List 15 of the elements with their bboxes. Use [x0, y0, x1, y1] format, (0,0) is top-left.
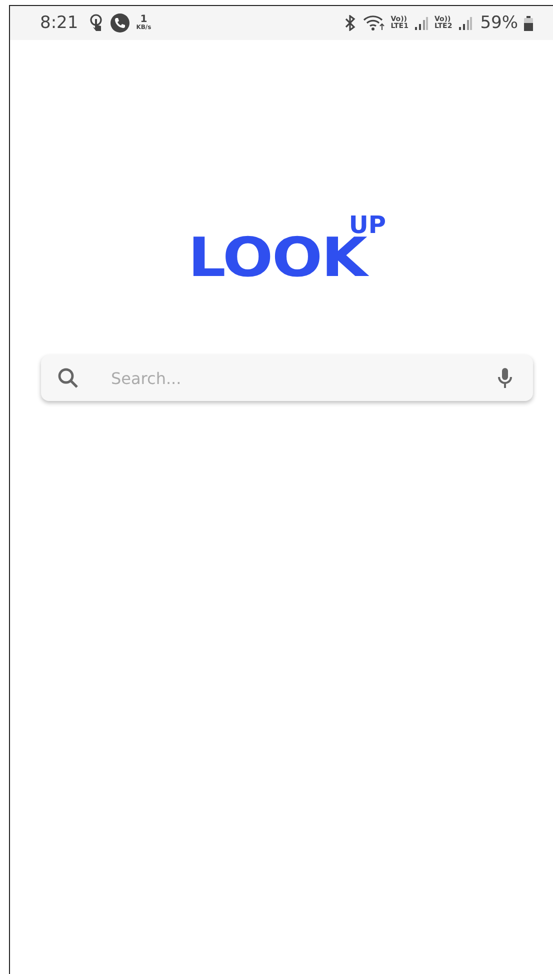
wifi-icon: [362, 15, 385, 31]
net-speed: 1: [140, 15, 148, 25]
bluetooth-icon: [342, 15, 357, 31]
signal-icon: [458, 16, 472, 30]
clock-time: 8:21: [40, 13, 78, 33]
touch-hand-icon: [88, 14, 104, 32]
search-input[interactable]: Search...: [109, 368, 467, 388]
search-icon: [57, 367, 79, 389]
search-field[interactable]: Search...: [41, 355, 533, 401]
phone-call-icon: [110, 13, 130, 33]
signal-icon: [414, 16, 428, 30]
battery-percent: 59%: [480, 13, 518, 33]
battery-icon: [524, 16, 533, 30]
microphone-icon[interactable]: [497, 367, 513, 389]
logo-superscript: UP: [348, 213, 386, 237]
